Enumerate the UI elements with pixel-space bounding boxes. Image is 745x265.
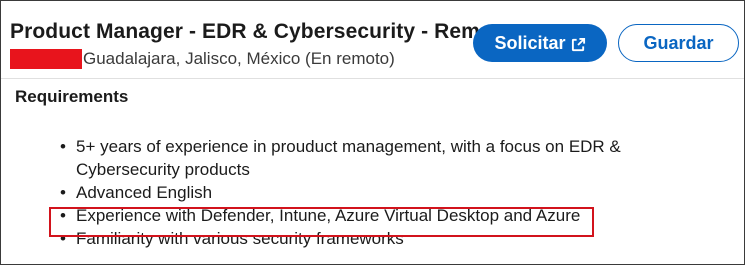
job-header: Product Manager - EDR & Cybersecurity - … bbox=[1, 1, 744, 79]
job-title[interactable]: Product Manager - EDR & Cybersecurity - … bbox=[10, 20, 501, 44]
list-item-text: Advanced English bbox=[76, 183, 213, 202]
list-item: • 5+ years of experience in prouduct man… bbox=[60, 135, 726, 181]
list-item: • Advanced English bbox=[60, 181, 740, 204]
requirements-heading: Requirements bbox=[15, 87, 129, 106]
job-card: Product Manager - EDR & Cybersecurity - … bbox=[0, 0, 745, 265]
job-location: Guadalajara, Jalisco, México (En remoto) bbox=[83, 49, 395, 68]
bullet: • bbox=[60, 137, 66, 156]
apply-button[interactable]: Solicitar bbox=[473, 24, 607, 62]
list-item-text: 5+ years of experience in prouduct manag… bbox=[76, 137, 621, 179]
apply-button-label: Solicitar bbox=[494, 32, 566, 53]
bullet: • bbox=[60, 183, 66, 202]
external-link-icon bbox=[571, 36, 586, 51]
save-button[interactable]: Guardar bbox=[618, 24, 739, 62]
redacted-company-name bbox=[10, 49, 82, 69]
highlight-box bbox=[49, 207, 594, 237]
